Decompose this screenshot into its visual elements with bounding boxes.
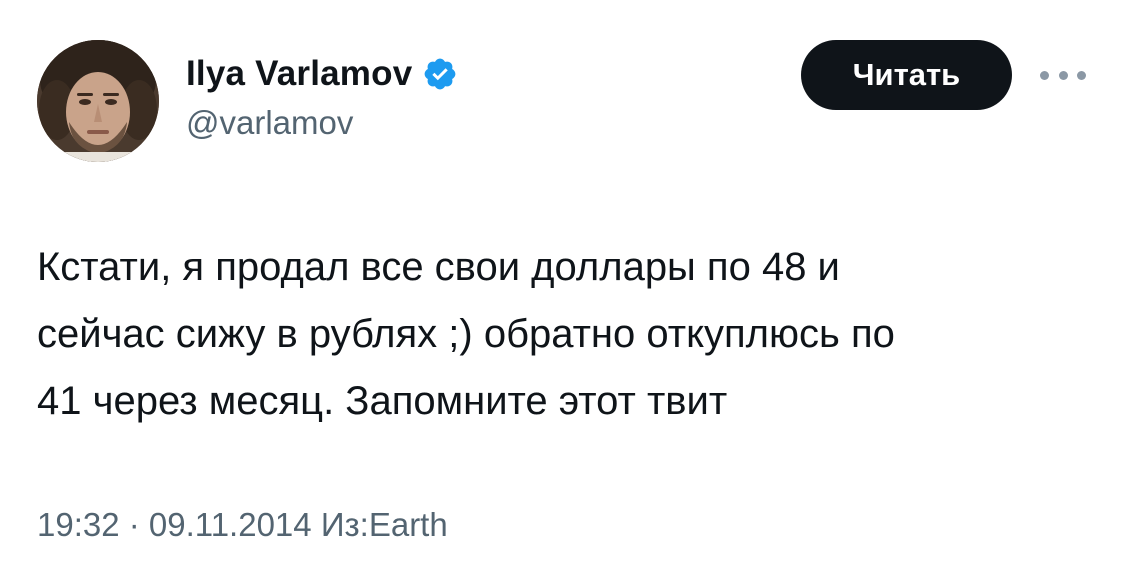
author-name-row[interactable]: Ilya Varlamov	[186, 52, 458, 96]
more-dot	[1040, 70, 1049, 80]
more-horizontal-icon[interactable]	[1040, 60, 1086, 90]
more-dot	[1058, 70, 1068, 80]
verified-badge-icon	[422, 56, 458, 92]
author-name[interactable]: Ilya Varlamov	[186, 54, 412, 94]
tweet-card: Ilya Varlamov @varlamov Читать Кстати, я…	[0, 0, 1125, 577]
meta-separator: ·	[119, 506, 149, 543]
more-dot	[1077, 70, 1086, 80]
avatar[interactable]	[37, 40, 159, 162]
follow-button[interactable]: Читать	[801, 40, 1012, 110]
meta-spacer	[312, 506, 321, 544]
tweet-text: Кстати, я продал все свои доллары по 48 …	[37, 245, 895, 423]
avatar-photo	[37, 40, 159, 162]
tweet-time[interactable]: 19:32	[37, 506, 120, 544]
tweet-date[interactable]: 09.11.2014	[149, 506, 312, 544]
author-handle[interactable]: @varlamov	[186, 104, 353, 142]
tweet-metadata: 19:32 · 09.11.2014 Из:Earth	[37, 506, 448, 544]
tweet-source: Из:Earth	[320, 506, 448, 543]
